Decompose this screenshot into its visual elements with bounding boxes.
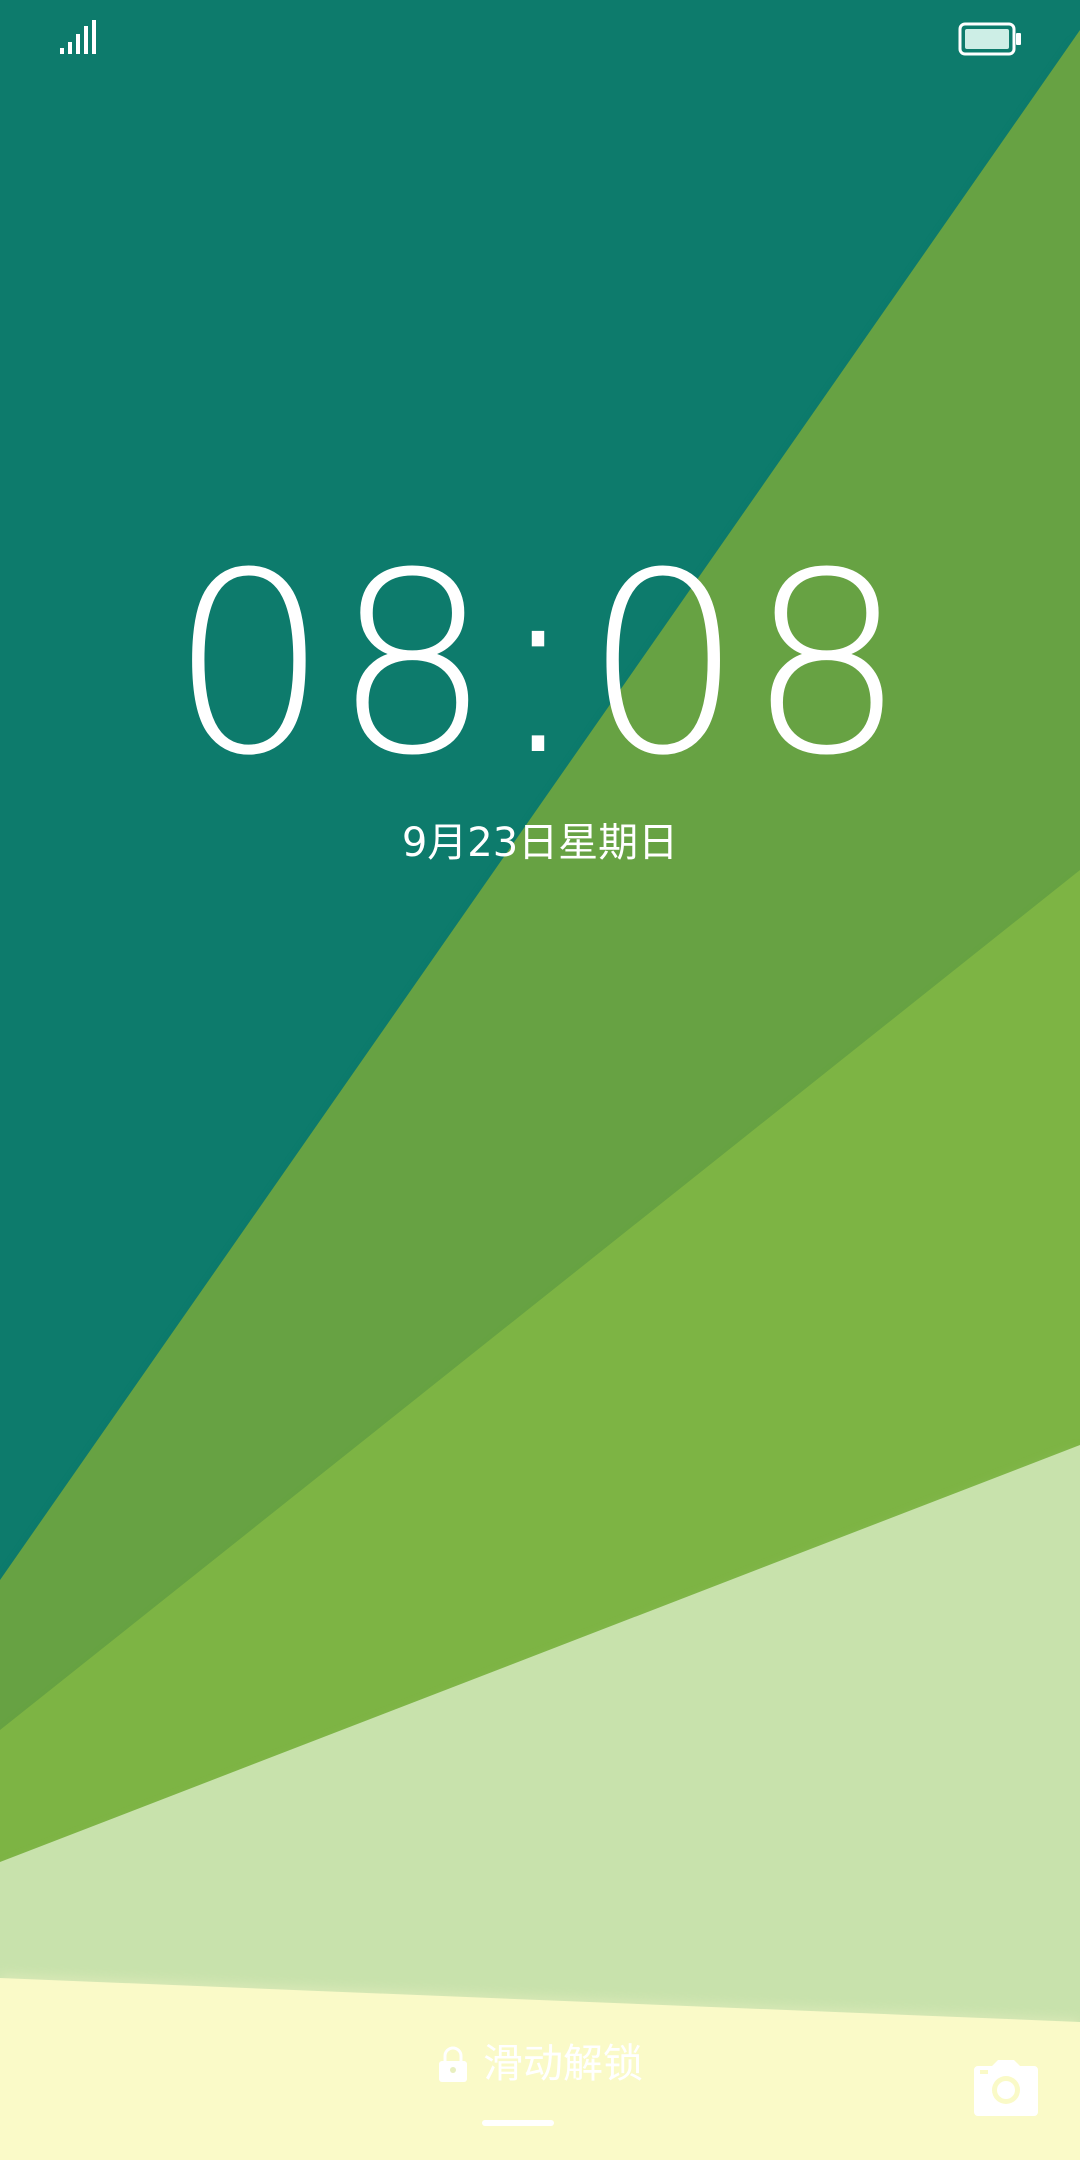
status-bar	[0, 0, 1080, 80]
camera-icon	[974, 2060, 1038, 2116]
unlock-label: 滑动解锁	[483, 2041, 643, 2087]
home-indicator[interactable]	[482, 2120, 554, 2126]
clock-date: 9月23日星期日	[401, 820, 679, 866]
lock-icon	[439, 2046, 467, 2082]
battery-full-icon	[958, 22, 1021, 56]
signal-bars-icon	[60, 20, 96, 54]
camera-shortcut-button[interactable]	[972, 2058, 1040, 2118]
swipe-to-unlock[interactable]: 滑动解锁	[0, 2036, 1080, 2092]
wallpaper	[0, 0, 1080, 2160]
clock-time: 08:08	[169, 519, 911, 810]
